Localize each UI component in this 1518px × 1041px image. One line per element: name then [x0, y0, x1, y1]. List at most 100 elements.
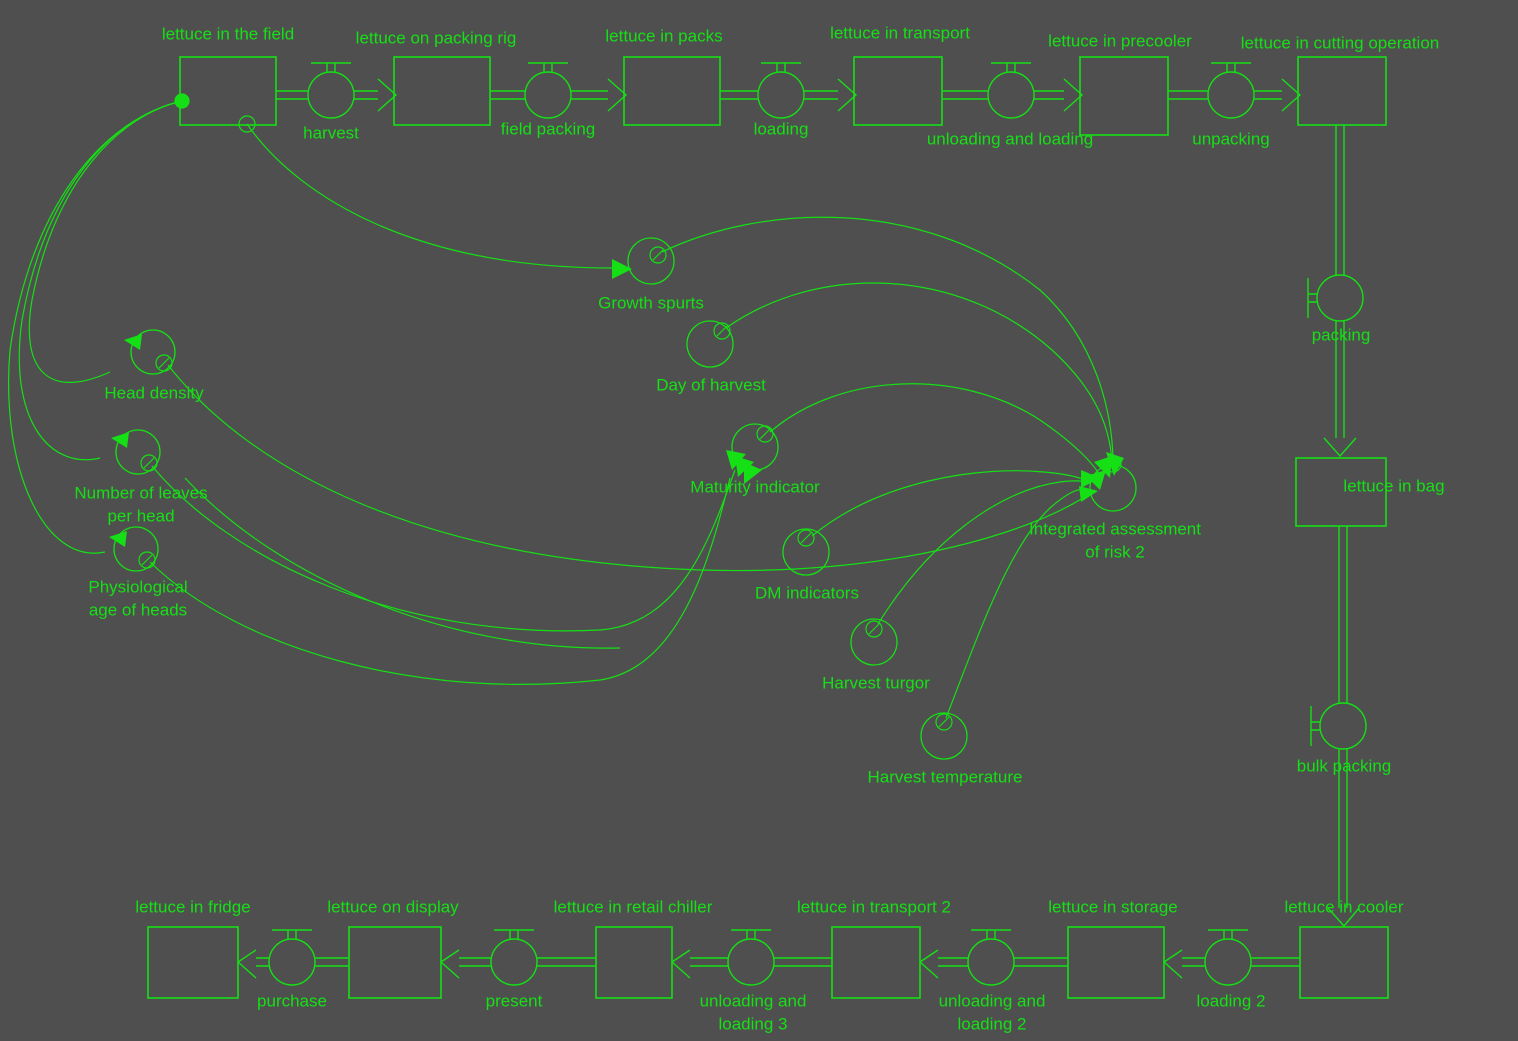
aux-label-leaves_per_head-line-1: Number of leaves [74, 483, 207, 502]
stock-packing_rig[interactable] [393, 56, 491, 126]
stock-box-display[interactable] [348, 926, 442, 999]
aux-label-head_density: Head density [104, 383, 204, 402]
link-maturity-to-risk2 [769, 383, 1101, 477]
stock-retail_chiller[interactable] [595, 926, 673, 999]
valve-circle-packing[interactable] [1316, 274, 1364, 322]
stock-precooler[interactable] [1079, 56, 1169, 136]
stock-box-transport2[interactable] [831, 926, 921, 999]
flow-label-unloading_loading2-line-1: unloading and [939, 991, 1046, 1010]
flow-label-field_packing: field packing [501, 119, 596, 138]
valve-circle-bulk_packing[interactable] [1319, 702, 1367, 750]
valve-circle-unpacking[interactable] [1207, 71, 1255, 119]
stock-label-packing_rig: lettuce on packing rig [356, 28, 517, 47]
valve-circle-field_packing[interactable] [524, 71, 572, 119]
stock-fridge[interactable] [147, 926, 239, 999]
aux-circle-maturity[interactable] [731, 423, 779, 471]
stock-field[interactable] [179, 56, 277, 126]
aux-physio_age[interactable] [113, 526, 159, 572]
link-head-density-to-risk2 [167, 364, 1096, 572]
stock-cooler[interactable] [1299, 926, 1389, 999]
aux-circle-head_density[interactable] [130, 329, 176, 375]
stock-box-field[interactable] [179, 56, 277, 126]
flow-valve-present[interactable] [490, 929, 538, 986]
flow-valve-unloading_loading3[interactable] [727, 929, 775, 986]
flow-label-packing: packing [1312, 325, 1371, 344]
valve-circle-unloading_loading2[interactable] [967, 938, 1015, 986]
flow-valve-loading[interactable] [757, 62, 805, 119]
flow-valve-unloading_loading2[interactable] [967, 929, 1015, 986]
stock-box-precooler[interactable] [1079, 56, 1169, 136]
flow-label-unloading_loading2-line-2: loading 2 [957, 1014, 1026, 1033]
stock-transport2[interactable] [831, 926, 921, 999]
valve-circle-loading2[interactable] [1204, 938, 1252, 986]
stock-box-cutting[interactable] [1297, 56, 1387, 126]
aux-circle-growth_spurts[interactable] [627, 237, 675, 285]
aux-harvest_turgor[interactable] [850, 618, 898, 666]
stocks-layer [147, 56, 1389, 999]
aux-circle-day_of_harvest[interactable] [686, 320, 734, 368]
aux-circle-leaves_per_head[interactable] [115, 429, 161, 475]
flow-label-loading: loading [754, 119, 809, 138]
stock-box-packing_rig[interactable] [393, 56, 491, 126]
stock-label-transport2: lettuce in transport 2 [797, 897, 951, 916]
valve-circle-loading[interactable] [757, 71, 805, 119]
link-field-sweep-to-maturity [184, 477, 621, 649]
valve-circle-unloading_loading[interactable] [987, 71, 1035, 119]
valve-circle-present[interactable] [490, 938, 538, 986]
stock-box-cooler[interactable] [1299, 926, 1389, 999]
flow-valve-bulk_packing[interactable] [1310, 702, 1367, 750]
flow-valve-packing[interactable] [1307, 274, 1364, 322]
stock-label-bag: lettuce in bag [1343, 476, 1444, 495]
aux-growth_spurts[interactable] [627, 237, 675, 285]
flow-valve-harvest[interactable] [307, 62, 355, 119]
aux-label-leaves_per_head-line-2: per head [107, 506, 174, 525]
flow-label-unloading_loading3-line-2: loading 3 [718, 1014, 787, 1033]
arrowhead-physio [109, 531, 127, 547]
valve-circle-purchase[interactable] [268, 938, 316, 986]
stock-label-cooler: lettuce in cooler [1284, 897, 1403, 916]
stock-box-retail_chiller[interactable] [595, 926, 673, 999]
valve-circle-harvest[interactable] [307, 71, 355, 119]
flow-label-unpacking: unpacking [1192, 129, 1270, 148]
stock-transport[interactable] [853, 56, 943, 126]
aux-leaves_per_head[interactable] [115, 429, 161, 475]
flow-valve-unpacking[interactable] [1207, 62, 1255, 119]
stock-label-field: lettuce in the field [162, 24, 294, 43]
aux-ghost-slash-maturity [759, 428, 771, 440]
flow-valve-loading2[interactable] [1204, 929, 1252, 986]
flow-valve-purchase[interactable] [268, 929, 316, 986]
aux-label-dm_indicators: DM indicators [755, 583, 859, 602]
aux-day_of_harvest[interactable] [686, 320, 734, 368]
aux-label-maturity: Maturity indicator [690, 477, 820, 496]
stock-display[interactable] [348, 926, 442, 999]
aux-label-risk2-line-1: Integrated assessment [1029, 519, 1201, 538]
link-physio-to-maturity [149, 477, 731, 685]
stock-label-fridge: lettuce in fridge [135, 897, 250, 916]
stock-storage[interactable] [1067, 926, 1165, 999]
flow-pipes-top-row [276, 78, 1302, 112]
aux-circle-physio_age[interactable] [113, 526, 159, 572]
valve-circle-unloading_loading3[interactable] [727, 938, 775, 986]
stock-box-fridge[interactable] [147, 926, 239, 999]
aux-ghost-slash-physio_age [141, 554, 153, 566]
stock-connection-handles[interactable] [174, 93, 256, 133]
stock-box-transport[interactable] [853, 56, 943, 126]
aux-circle-harvest_turgor[interactable] [850, 618, 898, 666]
labels-layer: lettuce in the field lettuce on packing r… [74, 23, 1444, 1033]
aux-label-physio_age-line-1: Physiological [88, 577, 187, 596]
stock-label-cutting: lettuce in cutting operation [1241, 33, 1439, 52]
stock-label-display: lettuce on display [327, 897, 459, 916]
aux-ghost-slash-harvest_temp [938, 716, 950, 728]
aux-circle-harvest_temp[interactable] [920, 712, 968, 760]
stock-box-storage[interactable] [1067, 926, 1165, 999]
flow-valve-unloading_loading[interactable] [987, 62, 1035, 119]
aux-head_density[interactable] [130, 329, 176, 375]
aux-harvest_temp[interactable] [920, 712, 968, 760]
stock-box-packs[interactable] [623, 56, 721, 126]
aux-label-physio_age-line-2: age of heads [89, 600, 187, 619]
stock-cutting[interactable] [1297, 56, 1387, 126]
aux-ghost-slash-head_density [158, 357, 170, 369]
flow-valve-field_packing[interactable] [524, 62, 572, 119]
aux-maturity[interactable] [731, 423, 779, 471]
stock-packs[interactable] [623, 56, 721, 126]
